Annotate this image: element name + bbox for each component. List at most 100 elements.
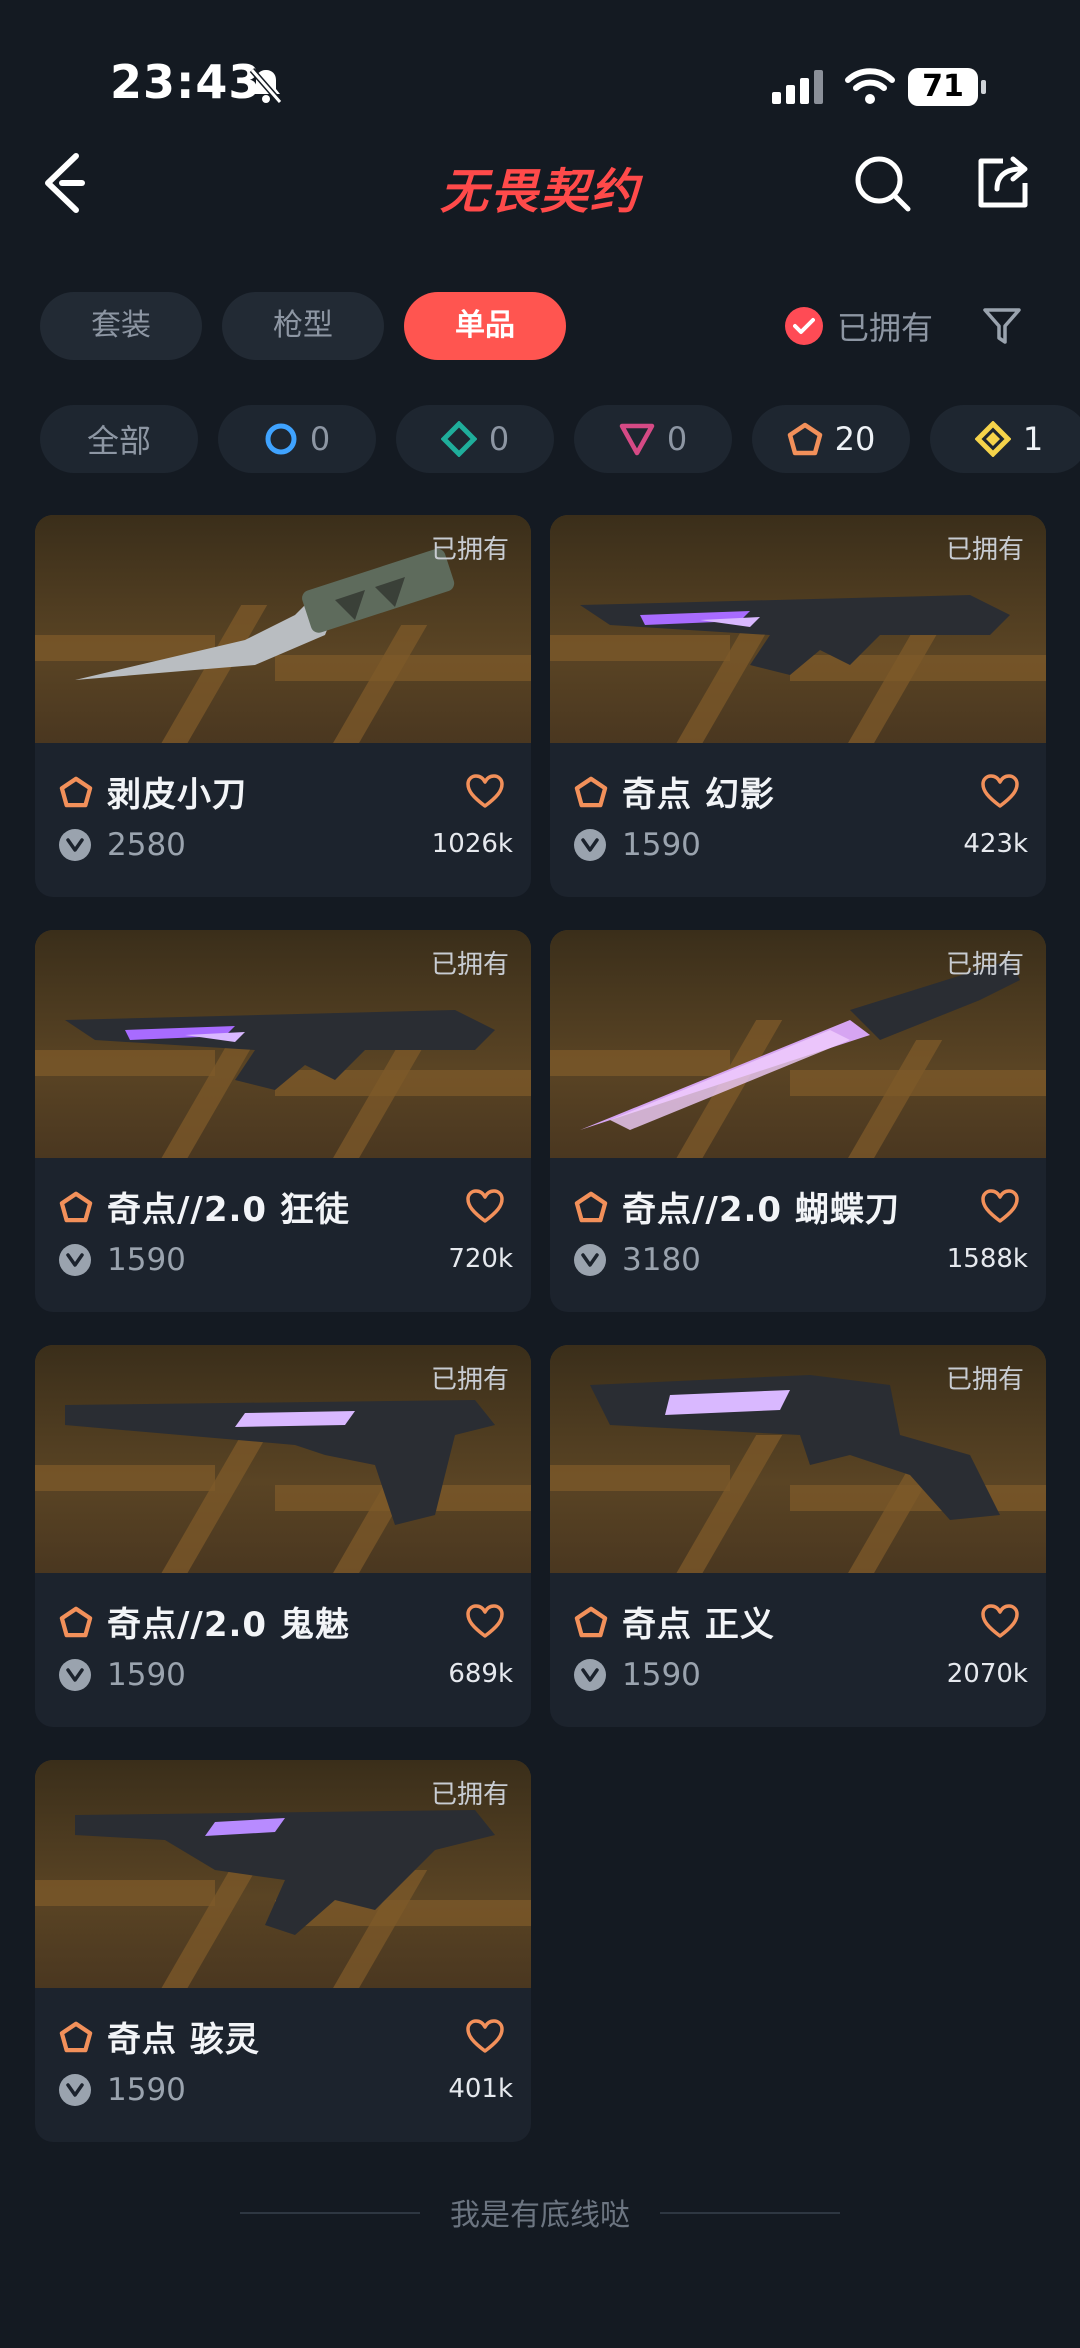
owned-tag: 已拥有	[430, 1365, 509, 1395]
rarity-chip-count: 0	[666, 420, 688, 458]
owned-tag: 已拥有	[430, 950, 509, 980]
footer-text: 我是有底线哒	[450, 2198, 630, 2233]
battery-indicator: 71	[908, 68, 986, 106]
heart-icon[interactable]	[980, 1603, 1020, 1639]
item-card[interactable]: 已拥有奇点//2.0 蝴蝶刀 3180 1588k	[550, 930, 1046, 1312]
item-card[interactable]: 已拥有奇点//2.0 鬼魅 1590 689k	[35, 1345, 531, 1727]
search-icon[interactable]	[852, 153, 912, 213]
item-name: 奇点//2.0 鬼魅	[107, 1605, 350, 1645]
item-likes: 2070k	[946, 1659, 1028, 1689]
item-likes: 1588k	[946, 1244, 1028, 1274]
valorant-points-icon	[59, 2074, 91, 2106]
item-likes: 720k	[448, 1244, 513, 1274]
tab-bundles[interactable]: 套装	[40, 292, 202, 360]
triangle-pink-icon	[619, 423, 655, 456]
item-name: 剥皮小刀	[107, 775, 247, 815]
rarity-chip-deluxe[interactable]: 0	[396, 405, 554, 473]
item-likes: 689k	[448, 1659, 513, 1689]
item-price-row: 3180	[574, 1242, 701, 1278]
weapon-skin-image: 已拥有	[35, 515, 531, 743]
valorant-points-icon	[574, 1659, 606, 1691]
pentagon-orange-icon	[59, 2021, 93, 2052]
diamond-yellow-icon	[974, 421, 1011, 457]
status-time: 23:43	[110, 55, 262, 109]
owned-filter-label: 已拥有	[837, 309, 934, 347]
checkmark-icon[interactable]	[785, 307, 823, 345]
item-name: 奇点 正义	[622, 1605, 775, 1645]
item-price: 3180	[622, 1242, 701, 1278]
rarity-chip-ultra[interactable]: 20	[752, 405, 910, 473]
pentagon-orange-icon	[59, 1606, 93, 1637]
rarity-chip-premium[interactable]: 0	[574, 405, 732, 473]
item-name: 奇点//2.0 狂徒	[107, 1190, 350, 1230]
weapon-skin-image: 已拥有	[35, 930, 531, 1158]
owned-filter-toggle[interactable]: 已拥有	[785, 306, 934, 347]
tab-weapon-type[interactable]: 枪型	[222, 292, 384, 360]
page-title: 无畏契约	[439, 164, 640, 220]
wifi-icon	[845, 68, 895, 104]
item-card[interactable]: 已拥有奇点 幻影 1590 423k	[550, 515, 1046, 897]
item-card[interactable]: 已拥有奇点//2.0 狂徒 1590 720k	[35, 930, 531, 1312]
item-price: 1590	[107, 1657, 186, 1693]
owned-tag: 已拥有	[945, 535, 1024, 565]
item-card[interactable]: 已拥有 剥皮小刀 2580 1026k	[35, 515, 531, 897]
item-price: 1590	[622, 827, 701, 863]
weapon-skin-image: 已拥有	[35, 1760, 531, 1988]
item-name-row: 奇点 幻影	[574, 767, 775, 816]
filter-funnel-icon[interactable]	[982, 306, 1022, 346]
heart-icon[interactable]	[980, 1188, 1020, 1224]
status-bar: 23:43 71	[0, 0, 1080, 140]
rarity-chip-exclusive[interactable]: 1	[930, 405, 1080, 473]
tab-single-items[interactable]: 单品	[404, 292, 566, 360]
rarity-chip-count: 0	[309, 420, 331, 458]
weapon-skin-image: 已拥有	[550, 515, 1046, 743]
pentagon-orange-icon	[787, 422, 822, 456]
owned-tag: 已拥有	[430, 535, 509, 565]
item-price-row: 1590	[59, 2072, 186, 2108]
item-likes: 423k	[963, 829, 1028, 859]
valorant-points-icon	[574, 829, 606, 861]
heart-icon[interactable]	[465, 2018, 505, 2054]
heart-icon[interactable]	[465, 1603, 505, 1639]
ring-blue-icon	[265, 423, 297, 455]
item-name-row: 奇点//2.0 蝴蝶刀	[574, 1182, 900, 1231]
item-card[interactable]: 已拥有 奇点 骇灵 1590 401k	[35, 1760, 531, 2142]
owned-tag: 已拥有	[945, 950, 1024, 980]
item-name: 奇点//2.0 蝴蝶刀	[622, 1190, 900, 1230]
heart-icon[interactable]	[465, 1188, 505, 1224]
rarity-chip-select[interactable]: 0	[218, 405, 376, 473]
rarity-chip-label: 全部	[86, 422, 151, 460]
rarity-filter-bar: 全部 0 0 0 20 1	[0, 405, 1080, 477]
rarity-chip-all[interactable]: 全部	[40, 405, 198, 473]
item-likes: 1026k	[431, 829, 513, 859]
item-price-row: 1590	[59, 1242, 186, 1278]
valorant-points-icon	[59, 1244, 91, 1276]
item-card[interactable]: 已拥有奇点 正义 1590 2070k	[550, 1345, 1046, 1727]
item-name: 奇点 幻影	[622, 775, 775, 815]
bell-muted-icon	[249, 68, 283, 104]
valorant-points-icon	[59, 829, 91, 861]
item-name-row: 奇点//2.0 鬼魅	[59, 1597, 350, 1646]
valorant-points-icon	[59, 1659, 91, 1691]
rarity-chip-count: 0	[488, 420, 510, 458]
weapon-skin-image: 已拥有	[550, 1345, 1046, 1573]
item-price: 1590	[107, 2072, 186, 2108]
item-price-row: 1590	[574, 827, 701, 863]
owned-tag: 已拥有	[430, 1780, 509, 1810]
weapon-skin-image: 已拥有	[550, 930, 1046, 1158]
item-name-row: 奇点 正义	[574, 1597, 775, 1646]
rarity-chip-count: 20	[834, 420, 876, 458]
item-price: 1590	[107, 1242, 186, 1278]
item-price-row: 1590	[59, 1657, 186, 1693]
item-price-row: 1590	[574, 1657, 701, 1693]
pentagon-orange-icon	[574, 776, 608, 807]
item-name-row: 奇点//2.0 狂徒	[59, 1182, 350, 1231]
valorant-points-icon	[574, 1244, 606, 1276]
pentagon-orange-icon	[574, 1606, 608, 1637]
heart-icon[interactable]	[465, 773, 505, 809]
share-icon[interactable]	[973, 153, 1033, 213]
weapon-skin-image: 已拥有	[35, 1345, 531, 1573]
owned-tag: 已拥有	[945, 1365, 1024, 1395]
cellular-signal-icon	[772, 70, 823, 104]
heart-icon[interactable]	[980, 773, 1020, 809]
